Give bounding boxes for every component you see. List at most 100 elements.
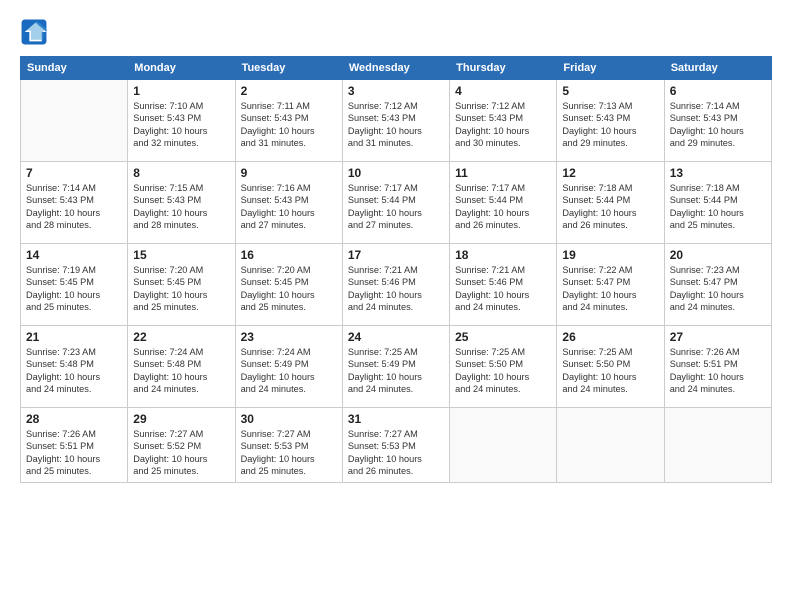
day-cell: 6 Sunrise: 7:14 AM Sunset: 5:43 PM Daylig… [664,80,771,162]
day-info: Sunrise: 7:21 AM Sunset: 5:46 PM Dayligh… [455,264,551,314]
day-info: Sunrise: 7:14 AM Sunset: 5:43 PM Dayligh… [670,100,766,150]
day-number: 27 [670,330,766,344]
day-number: 5 [562,84,658,98]
day-cell: 2Sunrise: 7:11 AM Sunset: 5:43 PM Daylig… [235,80,342,162]
day-info: Sunrise: 7:12 AM Sunset: 5:43 PM Dayligh… [455,100,551,150]
day-cell: 8 Sunrise: 7:15 AM Sunset: 5:43 PM Daylig… [128,162,235,244]
week-row-4: 28Sunrise: 7:26 AM Sunset: 5:51 PM Dayli… [21,408,772,483]
calendar-table: SundayMondayTuesdayWednesdayThursdayFrid… [20,56,772,483]
day-number: 17 [348,248,444,262]
day-number: 22 [133,330,229,344]
day-info: Sunrise: 7:26 AM Sunset: 5:51 PM Dayligh… [26,428,122,478]
day-cell: 21 Sunrise: 7:23 AM Sunset: 5:48 PM Dayli… [21,326,128,408]
day-cell: 29 Sunrise: 7:27 AM Sunset: 5:52 PM Dayli… [128,408,235,483]
logo [20,18,52,46]
day-cell: 22 Sunrise: 7:24 AM Sunset: 5:48 PM Dayli… [128,326,235,408]
day-cell: 30Sunrise: 7:27 AM Sunset: 5:53 PM Dayli… [235,408,342,483]
week-row-0: 1 Sunrise: 7:10 AM Sunset: 5:43 PM Daylig… [21,80,772,162]
day-info: Sunrise: 7:25 AM Sunset: 5:50 PM Dayligh… [455,346,551,396]
day-number: 9 [241,166,337,180]
col-header-wednesday: Wednesday [342,57,449,80]
day-info: Sunrise: 7:27 AM Sunset: 5:53 PM Dayligh… [241,428,337,478]
col-header-tuesday: Tuesday [235,57,342,80]
day-number: 25 [455,330,551,344]
day-cell: 14 Sunrise: 7:19 AM Sunset: 5:45 PM Dayli… [21,244,128,326]
day-info: Sunrise: 7:24 AM Sunset: 5:49 PM Dayligh… [241,346,337,396]
day-number: 21 [26,330,122,344]
day-number: 7 [26,166,122,180]
day-cell: 9Sunrise: 7:16 AM Sunset: 5:43 PM Daylig… [235,162,342,244]
day-cell: 27 Sunrise: 7:26 AM Sunset: 5:51 PM Dayli… [664,326,771,408]
header-row: SundayMondayTuesdayWednesdayThursdayFrid… [21,57,772,80]
day-cell: 20 Sunrise: 7:23 AM Sunset: 5:47 PM Dayli… [664,244,771,326]
day-number: 31 [348,412,444,426]
day-info: Sunrise: 7:18 AM Sunset: 5:44 PM Dayligh… [670,182,766,232]
day-cell: 31 Sunrise: 7:27 AM Sunset: 5:53 PM Dayli… [342,408,449,483]
day-info: Sunrise: 7:26 AM Sunset: 5:51 PM Dayligh… [670,346,766,396]
header [20,18,772,46]
day-cell: 4 Sunrise: 7:12 AM Sunset: 5:43 PM Daylig… [450,80,557,162]
day-info: Sunrise: 7:25 AM Sunset: 5:50 PM Dayligh… [562,346,658,396]
day-number: 12 [562,166,658,180]
day-cell: 13Sunrise: 7:18 AM Sunset: 5:44 PM Dayli… [664,162,771,244]
day-number: 16 [241,248,337,262]
day-info: Sunrise: 7:27 AM Sunset: 5:53 PM Dayligh… [348,428,444,478]
week-row-1: 7 Sunrise: 7:14 AM Sunset: 5:43 PM Daylig… [21,162,772,244]
day-cell: 7 Sunrise: 7:14 AM Sunset: 5:43 PM Daylig… [21,162,128,244]
day-number: 20 [670,248,766,262]
day-cell: 26Sunrise: 7:25 AM Sunset: 5:50 PM Dayli… [557,326,664,408]
week-row-3: 21 Sunrise: 7:23 AM Sunset: 5:48 PM Dayli… [21,326,772,408]
day-cell: 10 Sunrise: 7:17 AM Sunset: 5:44 PM Dayli… [342,162,449,244]
day-number: 4 [455,84,551,98]
day-cell: 12 Sunrise: 7:18 AM Sunset: 5:44 PM Dayli… [557,162,664,244]
day-number: 18 [455,248,551,262]
day-info: Sunrise: 7:19 AM Sunset: 5:45 PM Dayligh… [26,264,122,314]
day-number: 19 [562,248,658,262]
col-header-thursday: Thursday [450,57,557,80]
week-row-2: 14 Sunrise: 7:19 AM Sunset: 5:45 PM Dayli… [21,244,772,326]
day-info: Sunrise: 7:22 AM Sunset: 5:47 PM Dayligh… [562,264,658,314]
day-cell: 23 Sunrise: 7:24 AM Sunset: 5:49 PM Dayli… [235,326,342,408]
col-header-sunday: Sunday [21,57,128,80]
day-info: Sunrise: 7:18 AM Sunset: 5:44 PM Dayligh… [562,182,658,232]
col-header-saturday: Saturday [664,57,771,80]
day-info: Sunrise: 7:21 AM Sunset: 5:46 PM Dayligh… [348,264,444,314]
day-info: Sunrise: 7:23 AM Sunset: 5:48 PM Dayligh… [26,346,122,396]
day-number: 6 [670,84,766,98]
day-info: Sunrise: 7:27 AM Sunset: 5:52 PM Dayligh… [133,428,229,478]
day-number: 29 [133,412,229,426]
day-info: Sunrise: 7:14 AM Sunset: 5:43 PM Dayligh… [26,182,122,232]
day-cell: 28Sunrise: 7:26 AM Sunset: 5:51 PM Dayli… [21,408,128,483]
day-info: Sunrise: 7:23 AM Sunset: 5:47 PM Dayligh… [670,264,766,314]
page: SundayMondayTuesdayWednesdayThursdayFrid… [0,0,792,612]
day-number: 2 [241,84,337,98]
day-info: Sunrise: 7:12 AM Sunset: 5:43 PM Dayligh… [348,100,444,150]
day-cell [664,408,771,483]
day-info: Sunrise: 7:15 AM Sunset: 5:43 PM Dayligh… [133,182,229,232]
day-number: 3 [348,84,444,98]
day-number: 8 [133,166,229,180]
day-number: 14 [26,248,122,262]
day-number: 10 [348,166,444,180]
day-cell [450,408,557,483]
day-info: Sunrise: 7:25 AM Sunset: 5:49 PM Dayligh… [348,346,444,396]
day-info: Sunrise: 7:17 AM Sunset: 5:44 PM Dayligh… [455,182,551,232]
day-number: 23 [241,330,337,344]
day-info: Sunrise: 7:10 AM Sunset: 5:43 PM Dayligh… [133,100,229,150]
day-cell: 5 Sunrise: 7:13 AM Sunset: 5:43 PM Daylig… [557,80,664,162]
day-cell: 1 Sunrise: 7:10 AM Sunset: 5:43 PM Daylig… [128,80,235,162]
day-cell: 19 Sunrise: 7:22 AM Sunset: 5:47 PM Dayli… [557,244,664,326]
day-info: Sunrise: 7:24 AM Sunset: 5:48 PM Dayligh… [133,346,229,396]
col-header-monday: Monday [128,57,235,80]
day-cell: 17 Sunrise: 7:21 AM Sunset: 5:46 PM Dayli… [342,244,449,326]
day-info: Sunrise: 7:17 AM Sunset: 5:44 PM Dayligh… [348,182,444,232]
day-info: Sunrise: 7:13 AM Sunset: 5:43 PM Dayligh… [562,100,658,150]
logo-icon [20,18,48,46]
day-number: 1 [133,84,229,98]
col-header-friday: Friday [557,57,664,80]
day-info: Sunrise: 7:20 AM Sunset: 5:45 PM Dayligh… [241,264,337,314]
day-cell [557,408,664,483]
day-cell: 18 Sunrise: 7:21 AM Sunset: 5:46 PM Dayli… [450,244,557,326]
day-cell: 15Sunrise: 7:20 AM Sunset: 5:45 PM Dayli… [128,244,235,326]
day-cell: 16 Sunrise: 7:20 AM Sunset: 5:45 PM Dayli… [235,244,342,326]
